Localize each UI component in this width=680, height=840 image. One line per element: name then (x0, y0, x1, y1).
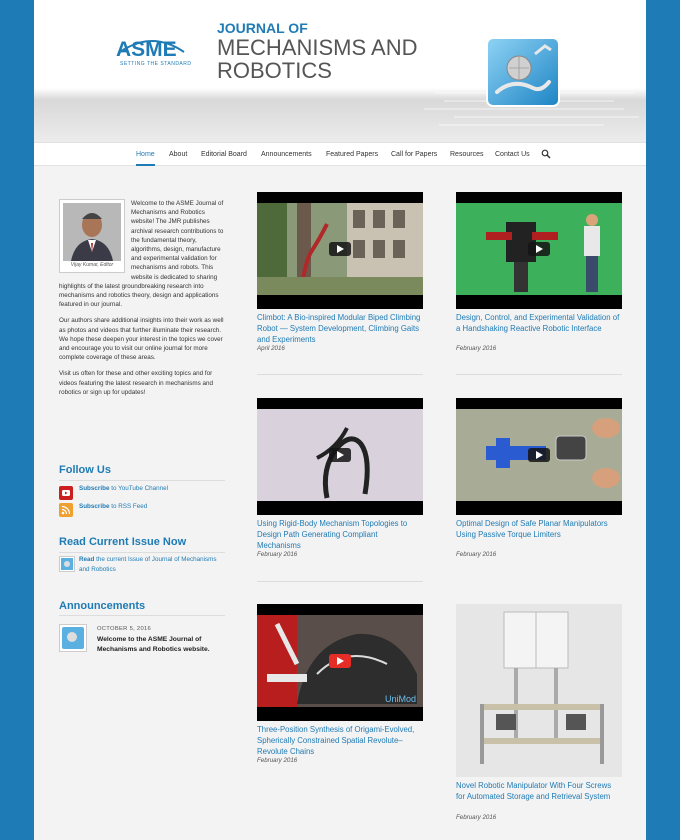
nav-resources[interactable]: Resources (450, 143, 483, 166)
page: ASME SETTING THE STANDARD JOURNAL OF MEC… (34, 0, 646, 840)
play-icon[interactable] (329, 448, 351, 462)
announcement-thumbnail[interactable] (59, 624, 87, 652)
video-thumbnail[interactable] (456, 398, 622, 515)
card-date: February 2016 (257, 757, 298, 764)
nav-home[interactable]: Home (136, 143, 155, 166)
play-icon[interactable] (329, 654, 351, 668)
video-thumbnail[interactable] (257, 192, 423, 309)
nav-announcements[interactable]: Announcements (261, 143, 312, 166)
nav-contact-us[interactable]: Contact Us (495, 143, 530, 166)
product-image[interactable] (456, 604, 622, 777)
rss-subscribe-link[interactable]: Subscribe to RSS Feed (79, 502, 147, 512)
unimod-watermark: UniMod (385, 694, 416, 704)
card-title[interactable]: Climbot: A Bio-inspired Modular Biped Cl… (257, 312, 423, 345)
card-date: February 2016 (456, 551, 497, 558)
divider (257, 581, 423, 582)
divider (59, 480, 225, 481)
announcement-title[interactable]: Welcome to the ASME Journal of Mechanism… (97, 635, 227, 654)
journal-cover-icon[interactable] (59, 556, 75, 572)
card-date: February 2016 (257, 551, 298, 558)
nav-featured-papers[interactable]: Featured Papers (326, 143, 378, 166)
card-date: February 2016 (456, 814, 497, 821)
nav-about[interactable]: About (169, 143, 187, 166)
announcement-date: OCTOBER 5, 2016 (97, 626, 152, 632)
journal-title: MECHANISMS AND ROBOTICS (217, 35, 418, 83)
robot-hand-globe-icon (486, 37, 560, 107)
play-icon[interactable] (528, 448, 550, 462)
play-icon[interactable] (528, 242, 550, 256)
announcements-heading: Announcements (59, 600, 146, 612)
divider (257, 374, 423, 375)
follow-us-heading: Follow Us (59, 464, 111, 476)
card-date: April 2016 (257, 345, 285, 352)
card-title[interactable]: Design, Control, and Experimental Valida… (456, 312, 622, 334)
welcome-paragraph: Our authors share additional insights in… (59, 317, 224, 362)
asme-tagline: SETTING THE STANDARD (120, 61, 192, 67)
welcome-paragraph: Visit us often for these and other excit… (59, 370, 214, 396)
rss-icon[interactable] (59, 503, 73, 517)
site-header: ASME SETTING THE STANDARD JOURNAL OF MEC… (34, 0, 646, 142)
divider (59, 615, 225, 616)
nav-editorial-board[interactable]: Editorial Board (201, 143, 247, 166)
card-title[interactable]: Optimal Design of Safe Planar Manipulato… (456, 518, 622, 540)
youtube-icon[interactable] (59, 486, 73, 500)
card-date: February 2016 (456, 345, 497, 352)
divider (456, 374, 622, 375)
main-nav: Home About Editorial Board Announcements… (34, 142, 646, 166)
nav-call-for-papers[interactable]: Call for Papers (391, 143, 437, 166)
card-title[interactable]: Using Rigid-Body Mechanism Topologies to… (257, 518, 423, 551)
current-issue-heading: Read Current Issue Now (59, 536, 187, 548)
read-current-issue-link[interactable]: Read the current Issue of Journal of Mec… (79, 555, 219, 575)
video-thumbnail[interactable] (257, 398, 423, 515)
video-thumbnail[interactable] (456, 192, 622, 309)
asme-logo-text: ASME (116, 38, 177, 61)
youtube-subscribe-link[interactable]: Subscribe to YouTube Channel (79, 484, 168, 494)
divider (59, 552, 225, 553)
play-icon[interactable] (329, 242, 351, 256)
video-thumbnail[interactable]: UniMod (257, 604, 423, 721)
search-icon[interactable] (541, 149, 551, 159)
card-title[interactable]: Three-Position Synthesis of Origami-Evol… (257, 724, 423, 757)
card-title[interactable]: Novel Robotic Manipulator With Four Scre… (456, 780, 622, 802)
welcome-text: Welcome to the ASME Journal of Mechanism… (59, 199, 225, 404)
journal-of-label: JOURNAL OF (217, 20, 308, 36)
